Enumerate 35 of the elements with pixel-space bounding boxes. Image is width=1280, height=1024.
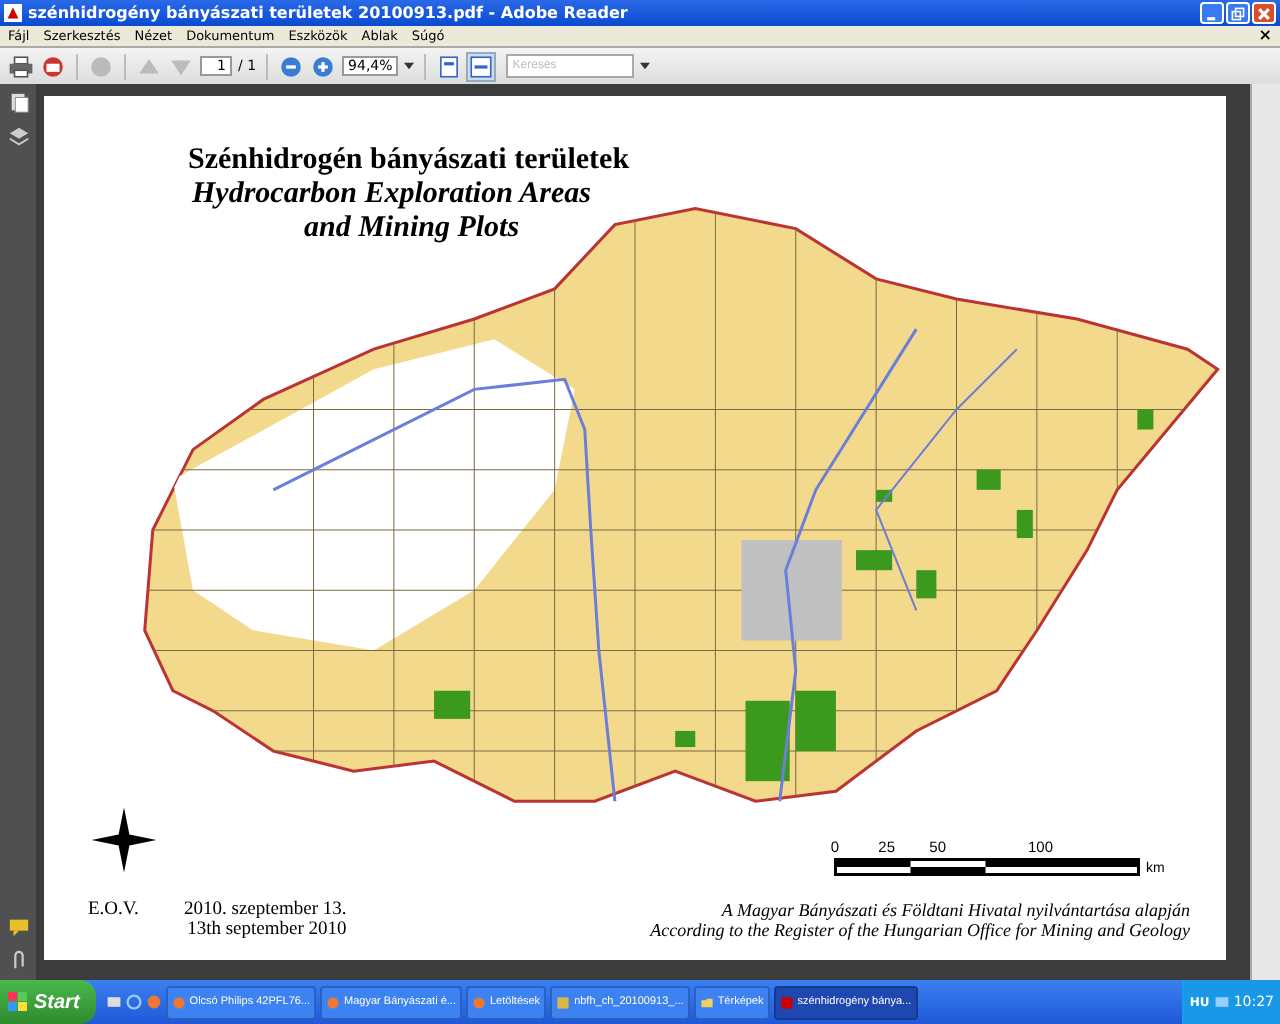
archive-icon: [556, 995, 571, 1009]
fit-width-icon[interactable]: [468, 53, 495, 79]
close-icon: [1256, 5, 1272, 21]
map-subtitle: and Mining Plots: [304, 212, 520, 246]
layers-icon[interactable]: [7, 126, 29, 148]
pdf-icon: [4, 4, 22, 22]
folder-icon: [699, 995, 714, 1009]
browser-icon: [471, 995, 486, 1009]
compass-icon: [88, 804, 160, 876]
source-note: A Magyar Bányászati és Földtani Hivatal nyilvántartása alapján: [721, 900, 1190, 920]
print-icon[interactable]: [8, 53, 34, 79]
date-label: 2010. szeptember 13.: [184, 900, 347, 920]
dropdown-icon[interactable]: [640, 62, 651, 70]
fit-page-icon[interactable]: [436, 53, 463, 79]
minimize-button[interactable]: [1200, 2, 1224, 24]
map-subtitle: Hydrocarbon Exploration Areas: [192, 178, 591, 212]
restore-icon: [1230, 5, 1246, 21]
projection-label: E.O.V.: [86, 900, 141, 920]
dropdown-icon[interactable]: [404, 62, 415, 70]
browser-icon: [326, 995, 341, 1009]
comment-icon[interactable]: [7, 916, 29, 938]
close-document-button[interactable]: ×: [1258, 28, 1272, 44]
desktop-icon[interactable]: [105, 994, 122, 1010]
pdf-icon: [779, 995, 794, 1009]
close-button[interactable]: [1252, 2, 1276, 24]
pages-icon[interactable]: [7, 92, 29, 114]
window-title: szénhidrogény bányászati területek 20100913.pdf - Adobe Reader: [28, 4, 628, 22]
zoom-out-icon[interactable]: [278, 53, 305, 79]
zoom-in-icon[interactable]: [310, 53, 337, 79]
flag-icon: [8, 992, 28, 1012]
map-title: Szénhidrogén bányászati területek: [188, 144, 630, 178]
date-label: 13th september 2010: [187, 920, 347, 940]
source-note: According to the Register of the Hungarian Office for Mining and Geology: [650, 920, 1190, 940]
restore-button[interactable]: [1226, 2, 1250, 24]
scrollbar[interactable]: [1250, 84, 1280, 980]
